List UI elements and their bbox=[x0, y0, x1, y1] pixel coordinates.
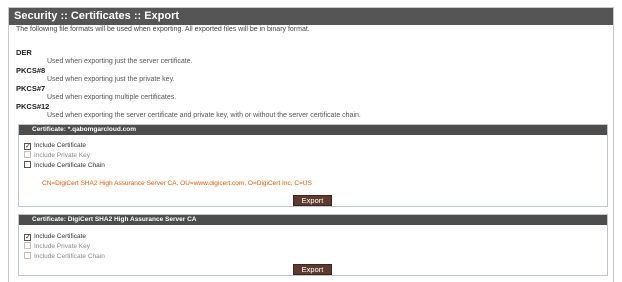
include-private-key-label: Include Private Key bbox=[34, 152, 91, 159]
page-title: Security :: Certificates :: Export bbox=[9, 8, 613, 25]
chain-subject-text: CN=DigiCert SHA2 High Assurance Server C… bbox=[42, 180, 312, 187]
certificate-section: Certificate: DigiCert SHA2 High Assuranc… bbox=[18, 214, 608, 276]
include-chain-checkbox[interactable] bbox=[24, 161, 31, 168]
include-private-key-option: Include Private Key bbox=[24, 242, 90, 251]
format-list: DER Used when exporting just the server … bbox=[16, 48, 576, 120]
include-chain-option[interactable]: Include Certificate Chain bbox=[24, 161, 105, 170]
format-description: Used when exporting multiple certificate… bbox=[47, 94, 177, 101]
include-certificate-checkbox[interactable]: ✓ bbox=[24, 234, 31, 241]
format-name: PKCS#7 bbox=[16, 84, 46, 93]
include-certificate-checkbox[interactable]: ✓ bbox=[24, 143, 31, 150]
include-private-key-option: Include Private Key bbox=[24, 151, 90, 160]
format-name: PKCS#8 bbox=[16, 66, 46, 75]
format-name: PKCS#12 bbox=[16, 102, 50, 111]
include-certificate-option[interactable]: ✓ Include Certificate bbox=[24, 141, 86, 150]
export-button[interactable]: Export bbox=[293, 264, 332, 275]
include-certificate-option[interactable]: ✓ Include Certificate bbox=[24, 232, 86, 241]
include-chain-checkbox bbox=[24, 252, 31, 259]
export-button[interactable]: Export bbox=[293, 195, 332, 206]
intro-text: The following file formats will be used … bbox=[16, 26, 310, 33]
certificate-header: Certificate: *.qabomgarcloud.com bbox=[19, 125, 607, 135]
format-description: Used when exporting just the server cert… bbox=[47, 58, 193, 65]
format-name: DER bbox=[16, 48, 32, 57]
format-description: Used when exporting the server certifica… bbox=[47, 112, 361, 119]
include-chain-label: Include Certificate Chain bbox=[34, 162, 105, 169]
include-chain-label: Include Certificate Chain bbox=[34, 253, 105, 260]
certificate-header: Certificate: DigiCert SHA2 High Assuranc… bbox=[19, 215, 607, 225]
include-private-key-checkbox bbox=[24, 242, 31, 249]
include-certificate-label: Include Certificate bbox=[34, 142, 87, 149]
include-private-key-checkbox bbox=[24, 151, 31, 158]
format-description: Used when exporting just the private key… bbox=[47, 76, 175, 83]
include-chain-option: Include Certificate Chain bbox=[24, 252, 105, 261]
include-certificate-label: Include Certificate bbox=[34, 233, 87, 240]
include-private-key-label: Include Private Key bbox=[34, 243, 91, 250]
certificate-section: Certificate: *.qabomgarcloud.com ✓ Includ… bbox=[18, 124, 608, 207]
